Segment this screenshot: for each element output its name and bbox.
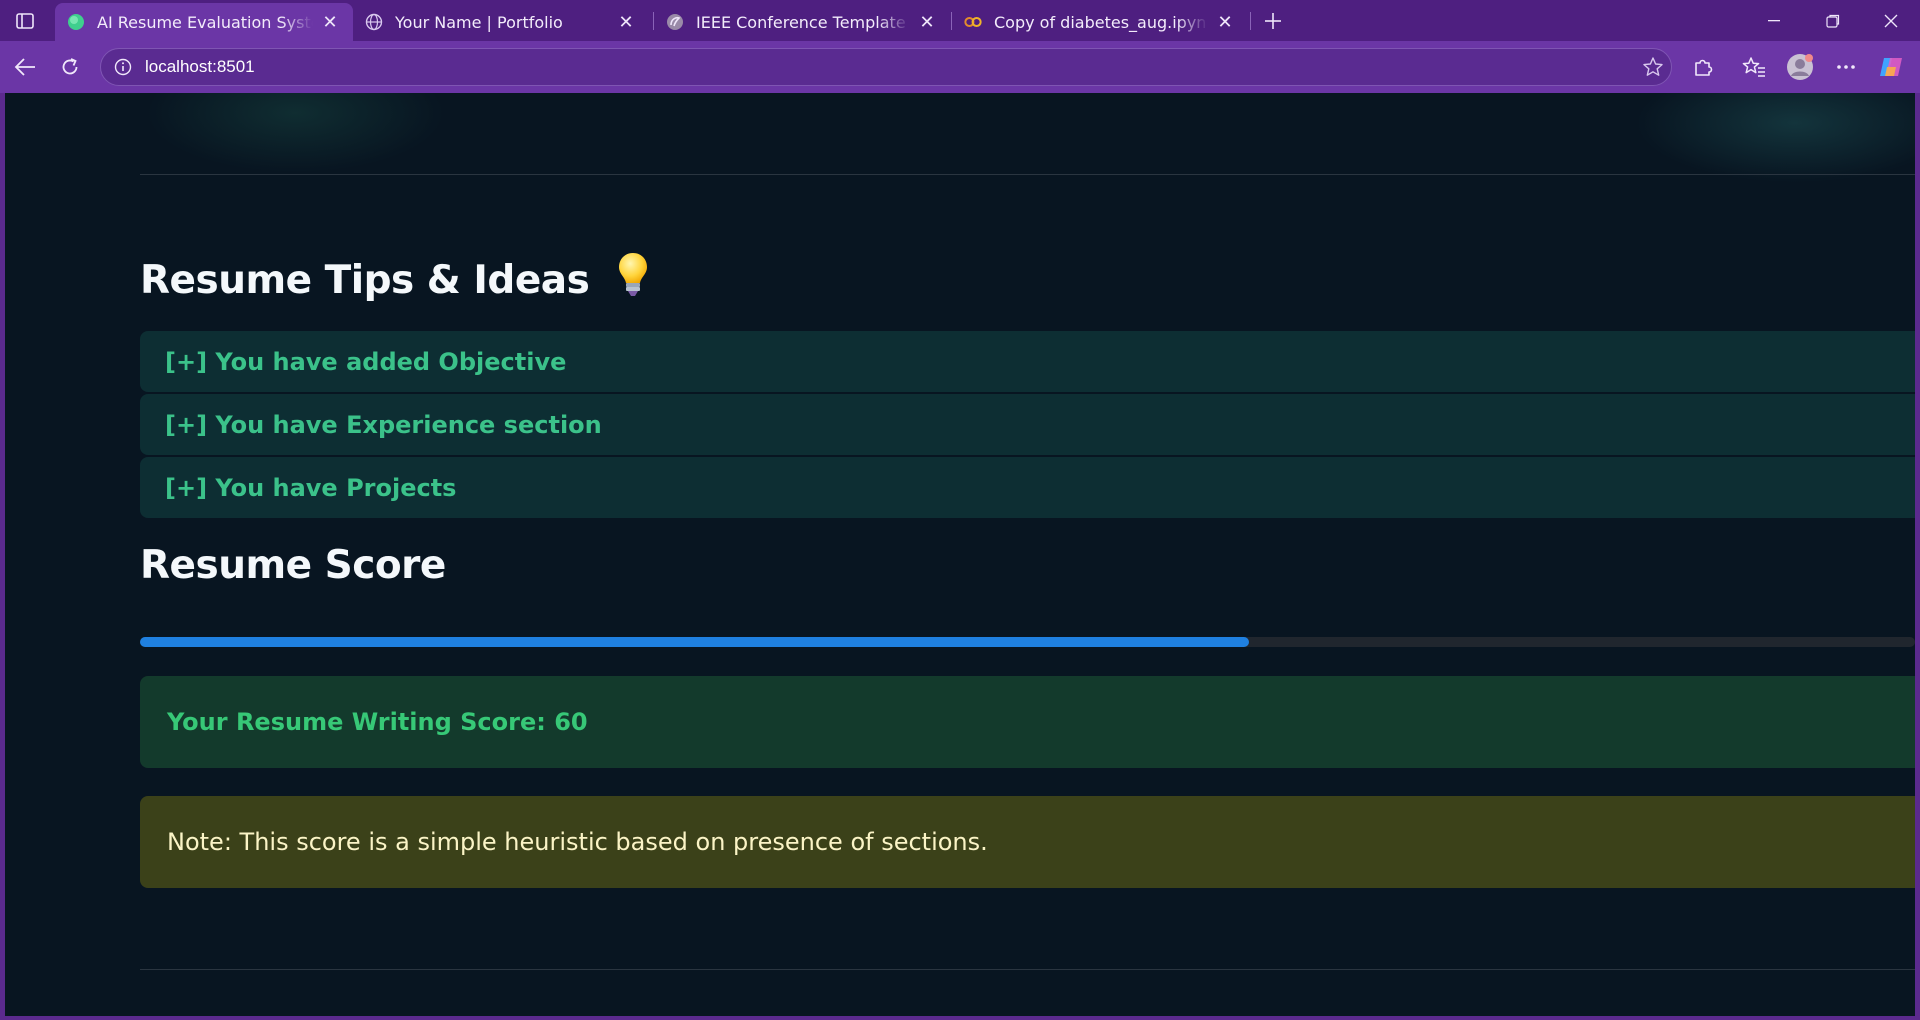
tab-strip: AI Resume Evaluation System ✕ Your Name … (0, 0, 1920, 41)
tab-title: AI Resume Evaluation System (97, 12, 313, 32)
new-tab-icon[interactable] (1257, 6, 1289, 36)
tab-overleaf[interactable]: IEEE Conference Template - Online LaTeX … (654, 3, 950, 41)
copilot-icon[interactable] (1874, 50, 1908, 84)
note-warning-alert: Note: This score is a simple heuristic b… (140, 796, 1915, 888)
tab-colab[interactable]: Copy of diabetes_aug.ipynb - Colab ✕ (952, 3, 1248, 41)
score-message: Your Resume Writing Score: 60 (167, 708, 588, 736)
tab-separator (1250, 12, 1251, 30)
tab-ai-resume[interactable]: AI Resume Evaluation System ✕ (55, 3, 353, 41)
globe-icon (365, 13, 383, 31)
score-success-alert: Your Resume Writing Score: 60 (140, 676, 1915, 768)
close-icon[interactable]: ✕ (1214, 11, 1236, 33)
close-icon[interactable]: ✕ (615, 11, 637, 33)
extensions-icon[interactable] (1686, 50, 1720, 84)
tab-actions-icon[interactable] (10, 8, 40, 34)
refresh-icon[interactable] (53, 50, 87, 84)
divider (140, 174, 1915, 175)
tip-expander[interactable]: [+] You have Projects (140, 457, 1915, 518)
browser-toolbar: localhost:8501 (0, 41, 1920, 93)
divider (140, 969, 1915, 970)
tab-title: IEEE Conference Template - Online LaTeX … (696, 12, 910, 32)
colab-icon (964, 13, 982, 31)
tips-heading-text: Resume Tips & Ideas (140, 258, 590, 303)
tips-heading: Resume Tips & Ideas (140, 251, 650, 307)
tip-label: [+] You have Experience section (165, 410, 602, 439)
address-bar[interactable]: localhost:8501 (100, 48, 1672, 86)
close-icon[interactable]: ✕ (916, 11, 938, 33)
tab-title: Your Name | Portfolio (395, 12, 563, 32)
tip-expander[interactable]: [+] You have Experience section (140, 394, 1915, 455)
profile-avatar-icon[interactable] (1783, 50, 1817, 84)
streamlit-favicon (67, 13, 85, 31)
info-icon[interactable] (113, 57, 133, 77)
close-icon[interactable]: ✕ (319, 11, 341, 33)
favorite-star-icon[interactable] (1635, 56, 1671, 78)
window-frame (1915, 93, 1920, 1020)
address-text: localhost:8501 (145, 57, 255, 76)
minimize-icon[interactable] (1745, 0, 1803, 41)
decorative-glow (1635, 93, 1915, 183)
favorites-icon[interactable] (1737, 50, 1771, 84)
overleaf-icon (666, 13, 684, 31)
decorative-glow (145, 93, 445, 173)
tip-expander[interactable]: [+] You have added Objective (140, 331, 1915, 392)
lightbulb-icon (616, 251, 650, 307)
tab-portfolio[interactable]: Your Name | Portfolio ✕ (353, 3, 649, 41)
back-arrow-icon[interactable] (8, 50, 42, 84)
close-window-icon[interactable] (1862, 0, 1920, 41)
note-message: Note: This score is a simple heuristic b… (167, 828, 988, 856)
tip-label: [+] You have Projects (165, 473, 457, 502)
tip-label: [+] You have added Objective (165, 347, 567, 376)
score-progress-fill (140, 637, 1250, 647)
restore-icon[interactable] (1804, 0, 1862, 41)
page-viewport: Resume Tips & Ideas [+] You have added O… (5, 93, 1915, 1016)
score-heading: Resume Score (140, 543, 446, 588)
score-progress-bar (140, 637, 1915, 647)
tab-title: Copy of diabetes_aug.ipynb - Colab (994, 12, 1208, 32)
more-options-icon[interactable] (1829, 50, 1863, 84)
